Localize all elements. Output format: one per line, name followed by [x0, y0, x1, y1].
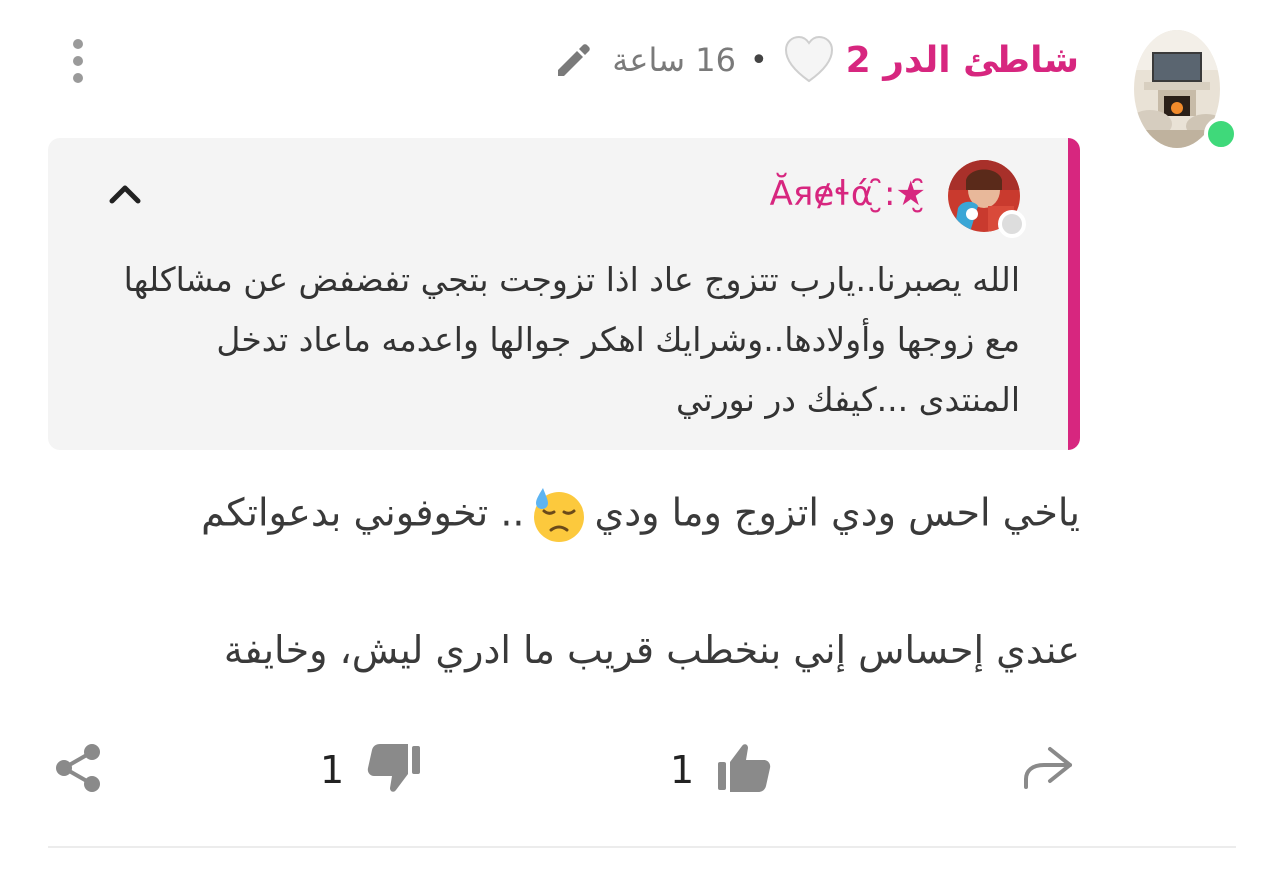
chevron-up-icon[interactable] [108, 182, 142, 206]
pencil-icon[interactable] [554, 40, 594, 80]
quoted-author-status-dot [998, 210, 1026, 238]
online-status-dot [1204, 117, 1238, 151]
quoted-post[interactable]: Ăяɇɬά ̮̑:★̮̑ الله يصبرنا..يارب تتزوج عاد… [48, 138, 1080, 450]
emoji-sad-sweat-icon [530, 486, 588, 544]
post-body-line-1: ياخي احس ودي اتزوج وما ودي .. تخوفوني بد… [201, 486, 1080, 544]
post-time: 16 ساعة [612, 41, 736, 79]
post-header: شاطئ الدر 2 • 16 ساعة [554, 30, 1079, 90]
quoted-text: الله يصبرنا..يارب تتزوج عاد اذا تزوجت بت… [123, 260, 1020, 419]
dislike-button[interactable]: 1 [320, 735, 422, 805]
post-body-line-2: عندي إحساس إني بنخطب قريب ما ادري ليش، و… [223, 628, 1080, 672]
author-name[interactable]: شاطئ الدر 2 [846, 40, 1079, 81]
divider [48, 846, 1236, 848]
reply-button[interactable] [1020, 735, 1078, 805]
forum-post: شاطئ الدر 2 • 16 ساعة Ăяɇɬά ̮̑:★̮̑ الله … [0, 0, 1284, 871]
body-text-1b: .. تخوفوني بدعواتكم [201, 490, 525, 535]
quoted-author-name[interactable]: Ăяɇɬά ̮̑:★̮̑ [770, 174, 926, 214]
dislike-count: 1 [320, 748, 345, 792]
kebab-menu-icon[interactable] [66, 38, 90, 86]
like-button[interactable]: 1 [670, 735, 772, 805]
author-avatar-wrap[interactable] [1134, 30, 1238, 151]
heart-icon[interactable] [782, 33, 836, 87]
separator-dot: • [749, 42, 768, 78]
share-icon[interactable] [52, 742, 104, 798]
action-bar: 1 1 [0, 735, 1284, 805]
like-count: 1 [670, 748, 695, 792]
body-text-1a: ياخي احس ودي اتزوج وما ودي [594, 490, 1080, 535]
share-button[interactable] [52, 735, 104, 805]
thumb-up-icon[interactable] [716, 740, 772, 800]
thumb-down-icon[interactable] [366, 740, 422, 800]
reply-icon[interactable] [1020, 743, 1078, 797]
